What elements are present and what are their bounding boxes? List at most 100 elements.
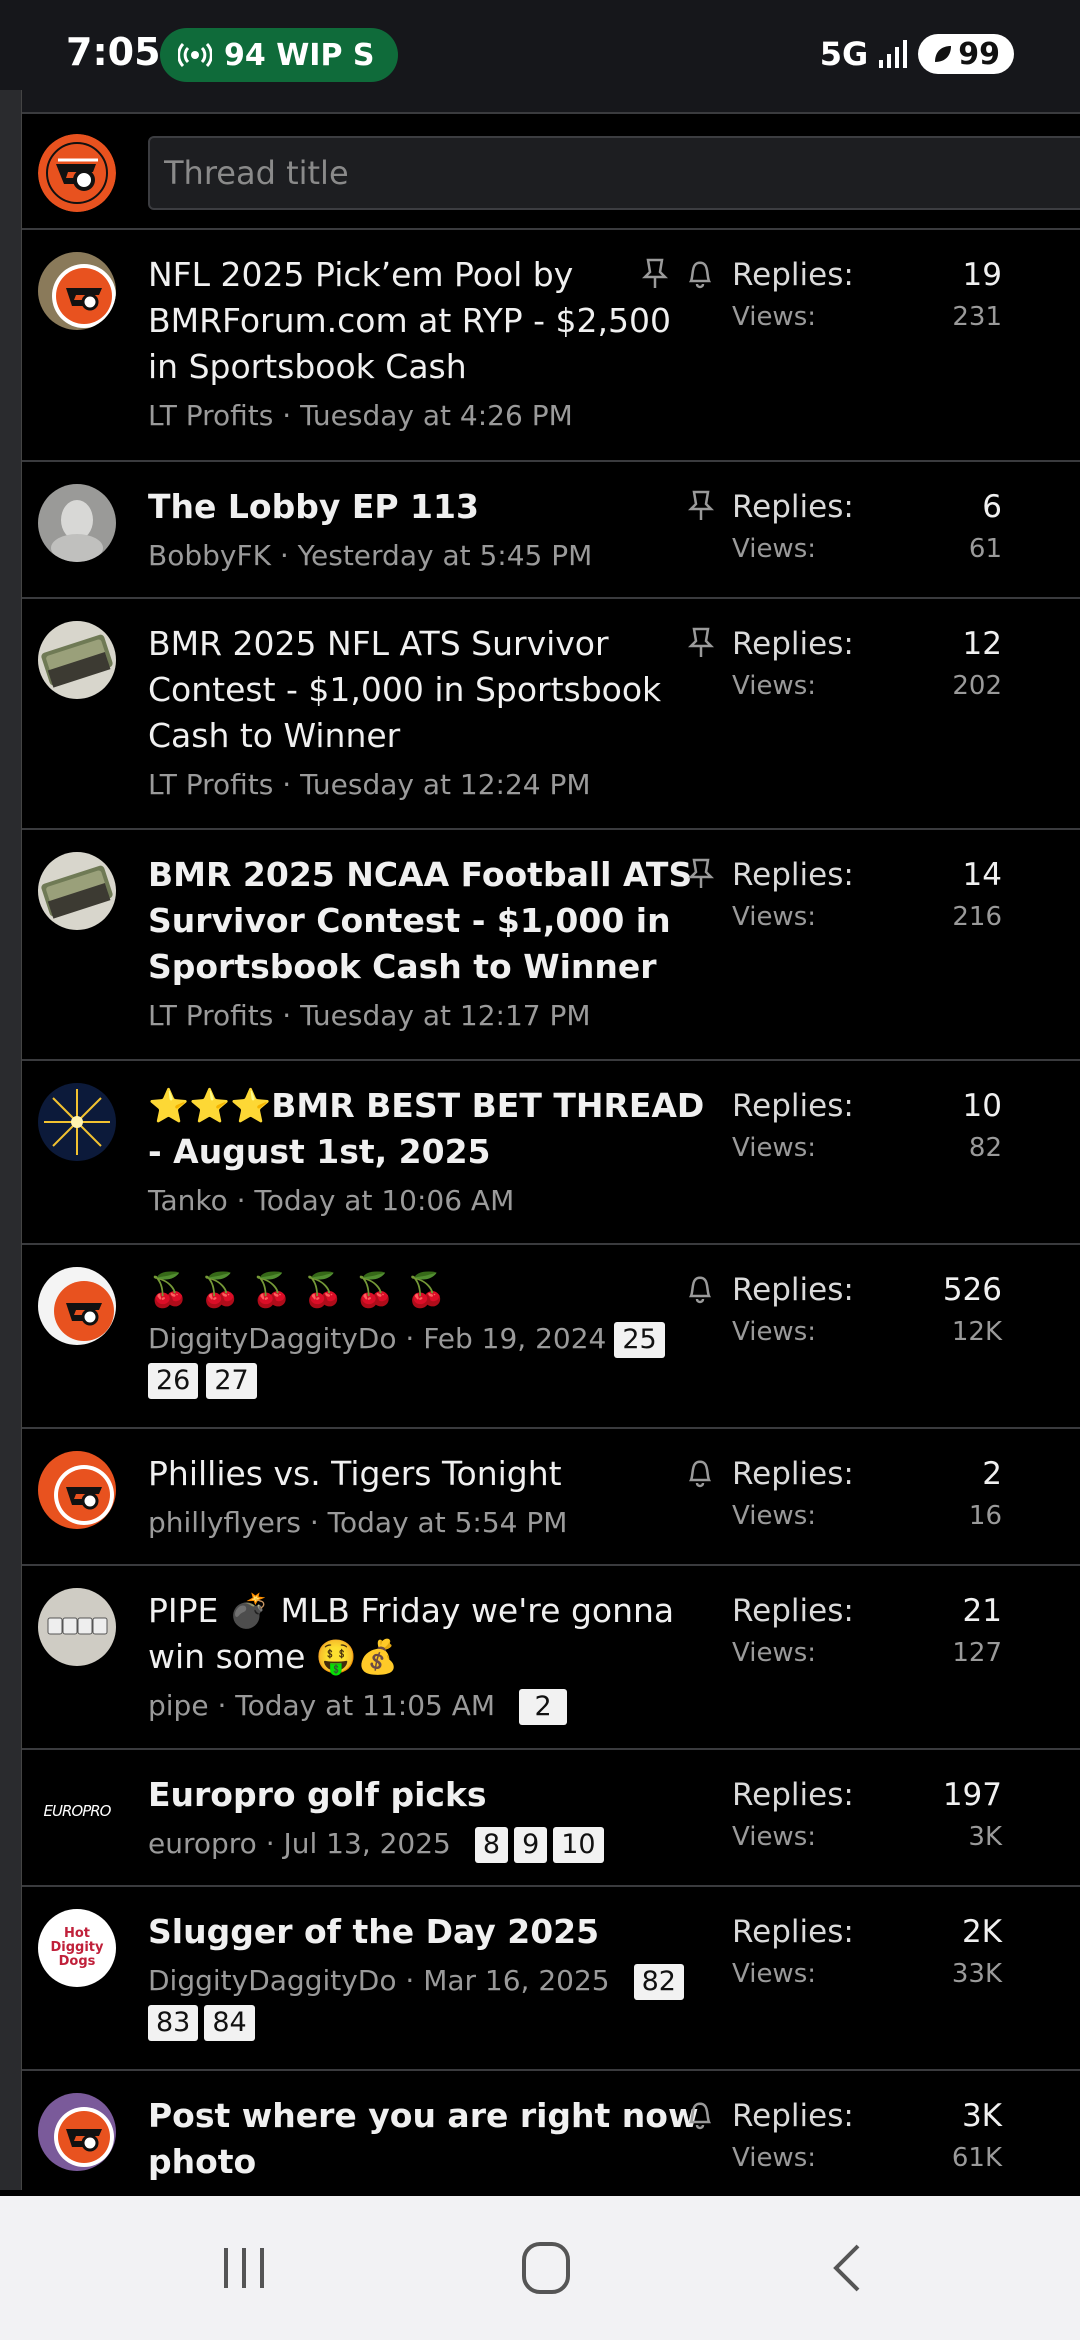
thread-title[interactable]: The Lobby EP 113	[148, 484, 708, 530]
page-link[interactable]: 84	[204, 2005, 255, 2041]
fireworks-icon	[38, 1083, 116, 1161]
replies-count: 12	[962, 626, 1002, 662]
thread-title[interactable]: Slugger of the Day 2025	[148, 1909, 708, 1955]
views-count: 33K	[951, 1959, 1002, 1989]
page-link[interactable]: 27	[206, 1363, 257, 1399]
hot-diggity-dogs-logo: Hot Diggity Dogs	[50, 1926, 104, 1969]
views-label: Views:	[732, 902, 817, 932]
replies-count: 14	[962, 857, 1002, 893]
thread-row[interactable]: Phillies vs. Tigers Tonight phillyflyers…	[22, 1429, 1080, 1566]
replies-label: Replies:	[732, 1914, 854, 1950]
hotspot-pill[interactable]: 94 WIP S	[160, 28, 399, 82]
replies-count: 2K	[961, 1914, 1002, 1950]
pin-icon	[688, 627, 714, 657]
flyers-logo-icon	[38, 1451, 116, 1529]
pin-icon	[642, 258, 668, 288]
flyers-logo-icon	[38, 134, 116, 212]
views-label: Views:	[732, 534, 817, 564]
page-link[interactable]: 10	[553, 1827, 604, 1863]
thread-title[interactable]: BMR 2025 NFL ATS Survivor Contest - $1,0…	[148, 621, 708, 759]
thread-row[interactable]: Hot Diggity Dogs Slugger of the Day 2025…	[22, 1887, 1080, 2071]
page-link[interactable]: 8	[474, 1827, 509, 1863]
side-drawer-edge[interactable]	[0, 90, 22, 2190]
page-link[interactable]: 2	[519, 1689, 568, 1725]
thread-meta: LT Profits · Tuesday at 12:17 PM	[148, 999, 591, 1032]
user-avatar[interactable]	[38, 134, 116, 212]
views-label: Views:	[732, 671, 817, 701]
battery-level: 99	[958, 36, 1000, 72]
views-count: 61	[968, 534, 1002, 564]
thread-title[interactable]: PIPE 💣 MLB Friday we're gonna win some 🤑…	[148, 1588, 708, 1680]
cash-stack-icon	[38, 852, 116, 930]
thread-title[interactable]: Europro golf picks	[148, 1772, 708, 1818]
thread-avatar[interactable]: Hot Diggity Dogs	[38, 1909, 116, 1987]
home-icon[interactable]	[506, 2236, 586, 2300]
views-count: 82	[968, 1133, 1002, 1163]
replies-label: Replies:	[732, 1272, 854, 1308]
page-link[interactable]: 83	[148, 2005, 199, 2041]
thread-meta: BobbyFK · Yesterday at 5:45 PM	[148, 539, 593, 572]
page-link[interactable]: 26	[148, 1363, 199, 1399]
grey-figure-avatar-icon	[38, 484, 116, 562]
thread-meta: europro · Jul 13, 2025 8 9 10	[148, 1824, 708, 1864]
battery-leaf-icon	[935, 46, 952, 62]
thread-title[interactable]: Post where you are right now photo	[148, 2093, 708, 2185]
page-link[interactable]: 9	[514, 1827, 548, 1863]
thread-row[interactable]: 🍒 🍒 🍒 🍒 🍒 🍒 DiggityDaggityDo · Feb 19, 2…	[22, 1245, 1080, 1429]
thread-avatar[interactable]	[38, 484, 116, 562]
replies-label: Replies:	[732, 1593, 854, 1629]
thread-title[interactable]: ⭐⭐⭐BMR BEST BET THREAD - August 1st, 202…	[148, 1083, 708, 1175]
thread-title[interactable]: NFL 2025 Pick’em Pool by BMRForum.com at…	[148, 252, 708, 390]
bell-icon	[688, 1276, 712, 1304]
thread-avatar[interactable]	[38, 2093, 116, 2171]
views-count: 216	[952, 902, 1002, 932]
views-count: 127	[952, 1638, 1002, 1668]
views-count: 202	[952, 671, 1002, 701]
thread-row[interactable]: The Lobby EP 113 BobbyFK · Yesterday at …	[22, 462, 1080, 599]
thread-row[interactable]: ⭐⭐⭐BMR BEST BET THREAD - August 1st, 202…	[22, 1061, 1080, 1245]
views-label: Views:	[732, 302, 817, 332]
views-count: 61K	[951, 2143, 1002, 2173]
views-label: Views:	[732, 1638, 817, 1668]
thread-avatar[interactable]	[38, 1588, 116, 1666]
views-label: Views:	[732, 1501, 817, 1531]
thread-title[interactable]: BMR 2025 NCAA Football ATS Survivor Cont…	[148, 852, 708, 990]
replies-count: 19	[962, 257, 1002, 293]
back-icon[interactable]	[808, 2236, 888, 2300]
thread-avatar[interactable]	[38, 252, 116, 330]
thread-row[interactable]: BMR 2025 NCAA Football ATS Survivor Cont…	[22, 830, 1080, 1061]
thread-meta: LT Profits · Tuesday at 12:24 PM	[148, 768, 591, 801]
thread-meta: phillyflyers · Today at 5:54 PM	[148, 1506, 568, 1539]
recent-apps-icon[interactable]	[204, 2236, 284, 2300]
thread-meta-text: DiggityDaggityDo · Mar 16, 2025	[148, 1964, 610, 1997]
thread-row[interactable]: PIPE 💣 MLB Friday we're gonna win some 🤑…	[22, 1566, 1080, 1750]
pin-icon	[688, 490, 714, 520]
thread-avatar[interactable]	[38, 621, 116, 699]
thread-row[interactable]: EUROPRO Europro golf picks europro · Jul…	[22, 1750, 1080, 1887]
page-link[interactable]: 82	[633, 1964, 684, 2000]
thread-avatar[interactable]	[38, 852, 116, 930]
thread-avatar[interactable]: EUROPRO	[38, 1772, 116, 1850]
views-label: Views:	[732, 1822, 817, 1852]
thread-title-input[interactable]	[148, 136, 1080, 210]
thread-meta: pipe · Today at 11:05 AM 2	[148, 1686, 708, 1726]
thread-row[interactable]: BMR 2025 NFL ATS Survivor Contest - $1,0…	[22, 599, 1080, 830]
thread-row[interactable]: NFL 2025 Pick’em Pool by BMRForum.com at…	[22, 230, 1080, 462]
status-bar: 7:05 94 WIP S 5G 99	[0, 0, 1080, 112]
replies-count: 526	[942, 1272, 1002, 1308]
cash-stack-icon	[38, 621, 116, 699]
views-label: Views:	[732, 1317, 817, 1347]
page-link[interactable]: 25	[614, 1322, 665, 1358]
thread-title[interactable]: Phillies vs. Tigers Tonight	[148, 1451, 708, 1497]
thread-meta-text: europro · Jul 13, 2025	[148, 1827, 451, 1860]
thread-avatar[interactable]	[38, 1451, 116, 1529]
thread-title[interactable]: 🍒 🍒 🍒 🍒 🍒 🍒	[148, 1267, 708, 1313]
status-time: 7:05	[66, 30, 161, 74]
broadcast-icon	[178, 42, 212, 68]
replies-count: 21	[962, 1593, 1002, 1629]
thread-avatar[interactable]	[38, 1083, 116, 1161]
replies-label: Replies:	[732, 626, 854, 662]
thread-avatar[interactable]	[38, 1267, 116, 1345]
thread-meta: Tanko · Today at 10:06 AM	[148, 1184, 515, 1217]
replies-count: 3K	[961, 2098, 1002, 2134]
